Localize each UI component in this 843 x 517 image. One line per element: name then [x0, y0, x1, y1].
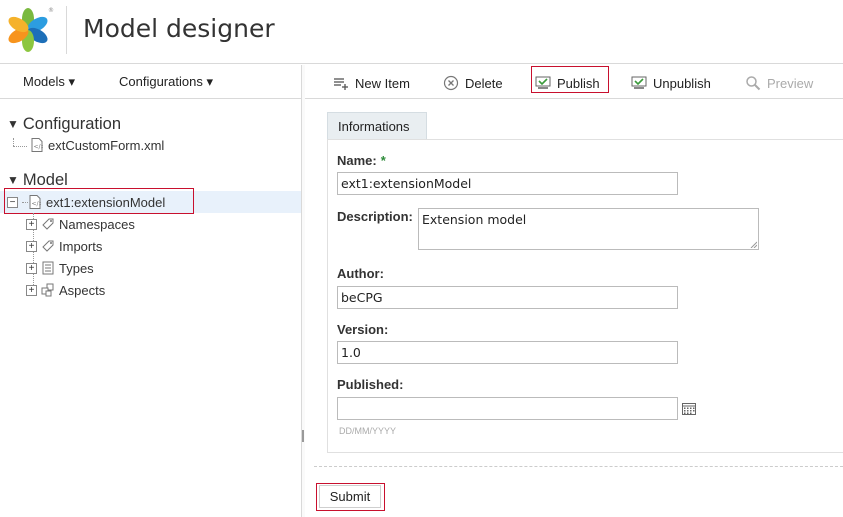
- name-label: Name: *: [337, 153, 386, 168]
- tree-connector: [22, 201, 28, 203]
- new-item-icon: [333, 75, 349, 91]
- tree-section-configuration[interactable]: ▼ Configuration: [7, 115, 121, 134]
- tree-item-namespaces[interactable]: + Namespaces: [26, 213, 135, 235]
- unpublish-label: Unpublish: [653, 75, 711, 91]
- delete-icon: [443, 75, 459, 91]
- version-field[interactable]: 1.0: [337, 341, 678, 364]
- expand-plus-icon[interactable]: +: [26, 240, 37, 252]
- aspects-icon: [41, 283, 55, 297]
- tag-icon: [41, 239, 55, 253]
- submit-button[interactable]: Submit: [319, 485, 381, 508]
- publish-label: Publish: [557, 75, 600, 91]
- description-label: Description:: [337, 209, 413, 224]
- new-item-button[interactable]: New Item: [333, 72, 410, 94]
- required-marker: *: [380, 153, 386, 168]
- header-divider: [66, 6, 67, 54]
- app-header: ® Model designer: [0, 0, 843, 64]
- tree-item-imports[interactable]: + Imports: [26, 235, 102, 257]
- models-menu-button[interactable]: Models ▾: [23, 74, 75, 90]
- tree-item-extcustomform[interactable]: </> extCustomForm.xml: [30, 134, 164, 156]
- tree-item-label: Imports: [59, 238, 103, 254]
- unpublish-button[interactable]: Unpublish: [631, 72, 711, 94]
- model-heading: Model: [22, 171, 68, 189]
- tree-connector: [13, 146, 27, 147]
- published-date-field[interactable]: [337, 397, 678, 420]
- form-separator: [314, 466, 843, 467]
- tree-connector: [13, 138, 14, 146]
- alfresco-logo-icon[interactable]: ®: [4, 4, 54, 54]
- collapse-triangle-icon[interactable]: ▼: [7, 117, 19, 131]
- svg-text:</>: </>: [34, 144, 44, 151]
- page-title: Model designer: [83, 14, 275, 43]
- description-value: Extension model: [422, 212, 527, 227]
- configurations-menu-button[interactable]: Configurations ▾: [119, 74, 213, 90]
- author-label: Author:: [337, 266, 384, 281]
- collapse-minus-icon[interactable]: −: [7, 196, 18, 208]
- model-tree-panel: ▼Configuration </> extCustomForm.xml ▼Mo…: [0, 100, 301, 517]
- list-icon: [41, 261, 55, 275]
- name-label-text: Name:: [337, 153, 377, 168]
- main-toolbar: New Item Delete Publish Unpublish Previe…: [305, 65, 843, 99]
- expand-plus-icon[interactable]: +: [26, 262, 37, 274]
- author-field[interactable]: beCPG: [337, 286, 678, 309]
- tree-item-label: Aspects: [59, 282, 106, 298]
- tree-item-label: Namespaces: [59, 216, 135, 232]
- expand-plus-icon[interactable]: +: [26, 218, 37, 230]
- collapse-triangle-icon[interactable]: ▼: [7, 173, 19, 187]
- svg-text:</>: </>: [32, 201, 42, 208]
- delete-label: Delete: [465, 75, 503, 91]
- calendar-icon[interactable]: [682, 402, 696, 415]
- publish-icon: [535, 75, 551, 91]
- xml-file-icon: </>: [30, 138, 44, 152]
- delete-button[interactable]: Delete: [443, 72, 503, 94]
- published-label: Published:: [337, 377, 404, 392]
- tree-item-types[interactable]: + Types: [26, 257, 94, 279]
- name-field[interactable]: ext1:extensionModel: [337, 172, 678, 195]
- tree-item-label: Types: [59, 260, 94, 276]
- panel-splitter[interactable]: [301, 65, 305, 517]
- tree-item-label: ext1:extensionModel: [46, 194, 166, 210]
- xml-file-icon: </>: [28, 195, 42, 209]
- preview-label: Preview: [767, 75, 814, 91]
- publish-button[interactable]: Publish: [535, 72, 600, 94]
- resize-grip-icon[interactable]: [749, 240, 757, 248]
- svg-text:®: ®: [48, 7, 54, 14]
- version-label: Version:: [337, 322, 389, 337]
- unpublish-icon: [631, 75, 647, 91]
- tree-item-label: extCustomForm.xml: [48, 137, 165, 153]
- left-menu-bar: Models ▾ Configurations ▾: [0, 65, 301, 99]
- description-field[interactable]: Extension model: [418, 208, 759, 250]
- splitter-grip-icon[interactable]: [302, 430, 304, 442]
- date-format-hint: DD/MM/YYYY: [339, 426, 397, 436]
- new-item-label: New Item: [355, 75, 410, 91]
- tree-item-extensionmodel[interactable]: − </> ext1:extensionModel: [7, 191, 165, 213]
- tab-informations[interactable]: Informations: [327, 112, 427, 139]
- configuration-heading: Configuration: [22, 115, 122, 133]
- expand-plus-icon[interactable]: +: [26, 284, 37, 296]
- magnifier-icon: [745, 75, 761, 91]
- tag-icon: [41, 217, 55, 231]
- preview-button[interactable]: Preview: [745, 72, 813, 94]
- tree-item-aspects[interactable]: + Aspects: [26, 279, 105, 301]
